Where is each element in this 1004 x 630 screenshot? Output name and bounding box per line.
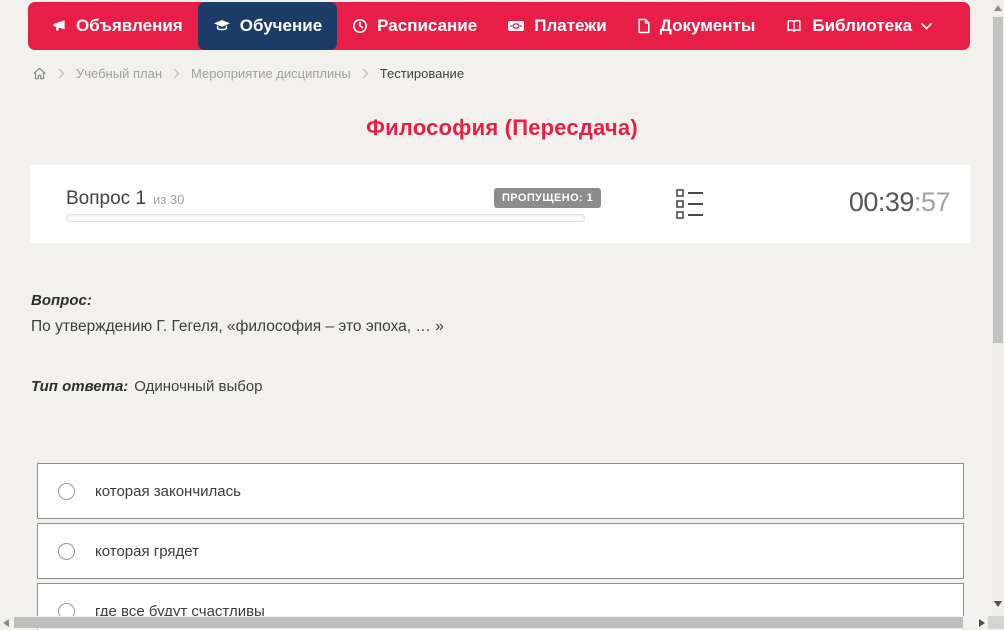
answer-option[interactable]: которая закончилась (37, 463, 964, 519)
vertical-scrollbar-thumb[interactable] (993, 17, 1003, 343)
scroll-down-arrow-icon[interactable] (994, 601, 1002, 607)
question-text: По утверждению Г. Гегеля, «философия – э… (31, 318, 444, 335)
answer-option-label: которая закончилась (95, 482, 241, 500)
megaphone-icon (51, 18, 67, 34)
timer-minutes: 00:39 (848, 187, 915, 217)
document-icon (637, 18, 651, 34)
scroll-up-arrow-icon[interactable] (994, 5, 1002, 11)
quiz-page: Объявления Обучение Расписание Платежи Д… (0, 0, 1004, 630)
horizontal-scrollbar-thumb[interactable] (14, 617, 963, 628)
question-counter: Вопрос 1 из 30 (66, 188, 184, 210)
question-total: из 30 (153, 192, 185, 207)
nav-item-label: Расписание (377, 16, 478, 35)
skipped-badge: ПРОПУЩЕНО: 1 (494, 188, 602, 208)
nav-item-announcements[interactable]: Объявления (36, 2, 198, 50)
clock-icon (352, 18, 368, 34)
answer-option[interactable]: которая грядет (37, 523, 964, 579)
answer-option-label: которая грядет (95, 542, 199, 560)
timer-seconds: :57 (913, 187, 951, 217)
chevron-right-icon (173, 68, 180, 79)
breadcrumb-item-discipline-event[interactable]: Мероприятие дисциплины (191, 66, 351, 81)
scroll-right-arrow-icon[interactable] (979, 619, 985, 627)
progress-bar (66, 214, 585, 222)
chevron-down-icon (921, 22, 932, 30)
scrollbar-corner (988, 616, 1004, 629)
answer-type-value: Одиночный выбор (134, 378, 263, 395)
breadcrumb: Учебный план Мероприятие дисциплины Тест… (32, 62, 464, 84)
nav-item-label: Библиотека (812, 16, 913, 35)
breadcrumb-item-testing: Тестирование (379, 65, 465, 81)
answer-type: Тип ответа: Одиночный выбор (31, 378, 263, 395)
top-navbar: Объявления Обучение Расписание Платежи Д… (28, 2, 970, 50)
graduation-cap-icon (213, 19, 231, 34)
radio-button[interactable] (58, 542, 75, 560)
nav-item-payments[interactable]: Платежи (492, 2, 622, 50)
timer: 00:39:57 (848, 187, 951, 218)
question-list-icon[interactable] (676, 189, 704, 220)
question-heading: Вопрос: (31, 292, 92, 309)
horizontal-scrollbar[interactable] (0, 616, 988, 629)
page-title: Философия (Пересдача) (366, 115, 638, 140)
nav-item-schedule[interactable]: Расписание (337, 2, 492, 50)
banknote-icon (507, 19, 525, 33)
nav-item-library[interactable]: Библиотека (770, 2, 947, 50)
chevron-right-icon (362, 68, 369, 79)
nav-item-label: Платежи (534, 16, 607, 35)
question-header-panel: Вопрос 1 из 30 ПРОПУЩЕНО: 1 00:39:57 (30, 165, 970, 243)
home-icon[interactable] (32, 66, 47, 81)
vertical-scrollbar[interactable] (992, 0, 1004, 616)
radio-button[interactable] (58, 482, 75, 500)
book-icon (785, 19, 803, 34)
nav-item-label: Объявления (76, 16, 183, 35)
chevron-right-icon (58, 68, 65, 79)
nav-item-label: Документы (659, 16, 756, 35)
scroll-left-arrow-icon[interactable] (3, 619, 9, 627)
nav-item-documents[interactable]: Документы (622, 2, 771, 50)
nav-item-learning[interactable]: Обучение (197, 2, 338, 50)
answer-type-label: Тип ответа: (31, 378, 129, 395)
breadcrumb-item-study-plan[interactable]: Учебный план (76, 66, 162, 81)
nav-item-label: Обучение (239, 16, 323, 35)
question-number: Вопрос 1 (66, 188, 147, 209)
